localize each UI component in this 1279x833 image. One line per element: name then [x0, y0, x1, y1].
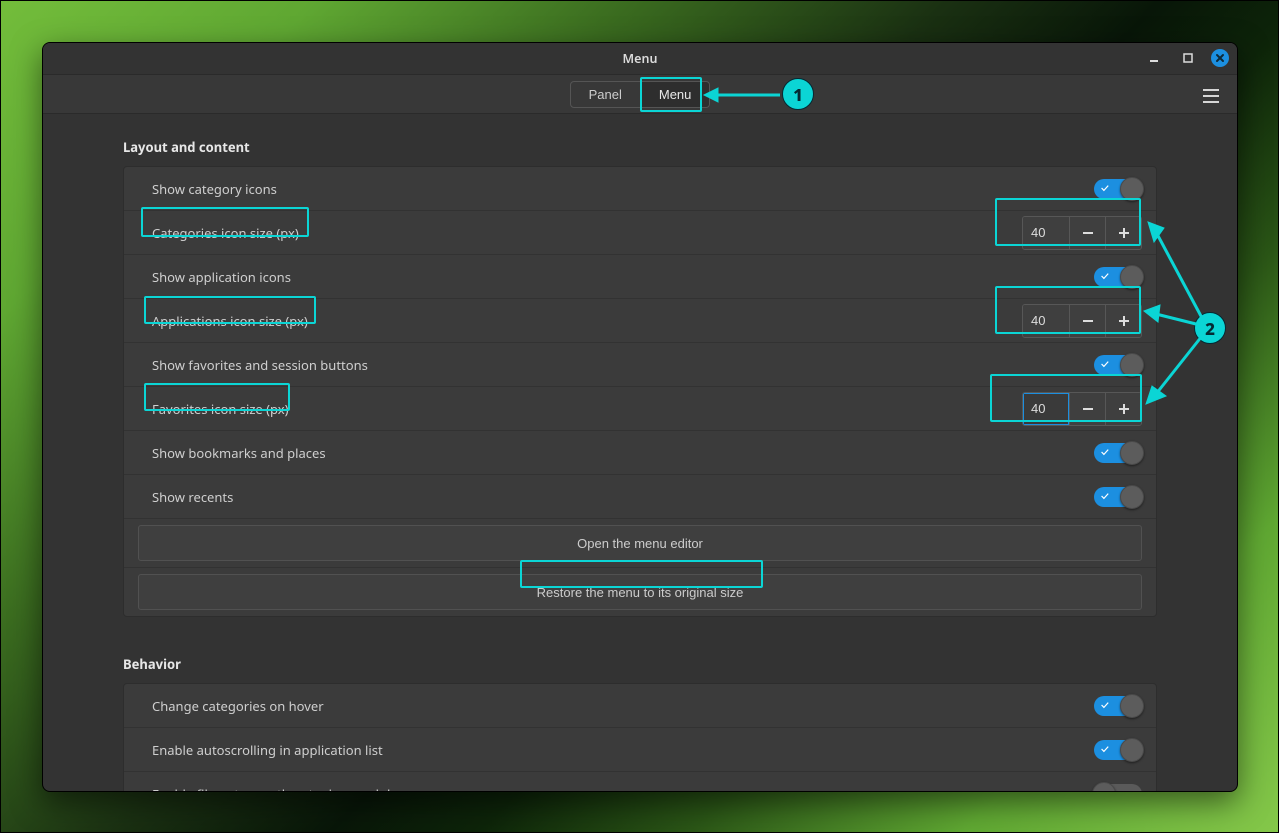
label-fspath: Enable filesystem path entry in search b… [152, 785, 409, 791]
spin-favorites-icon-size [1022, 392, 1142, 426]
input-favorites-icon-size[interactable] [1023, 393, 1069, 425]
label-show-app-icons: Show application icons [152, 268, 291, 286]
plus-favorites-icon-size[interactable] [1105, 393, 1141, 425]
titlebar[interactable]: Menu [43, 43, 1237, 74]
section-behavior-title: Behavior [123, 655, 1157, 673]
label-favorites-icon-size: Favorites icon size (px) [152, 400, 289, 418]
label-applications-icon-size: Applications icon size (px) [152, 312, 308, 330]
layout-panel: Show category icons Categories icon size… [123, 166, 1157, 617]
input-categories-icon-size[interactable] [1023, 217, 1069, 249]
toggle-show-bookmarks[interactable] [1094, 443, 1142, 463]
minus-favorites-icon-size[interactable] [1069, 393, 1105, 425]
tab-menu[interactable]: Menu [640, 82, 710, 107]
window-title: Menu [623, 50, 658, 67]
spin-applications-icon-size [1022, 304, 1142, 338]
label-autoscroll: Enable autoscrolling in application list [152, 741, 383, 759]
minimize-button[interactable] [1143, 47, 1165, 69]
row-autoscroll: Enable autoscrolling in application list [124, 728, 1156, 772]
plus-categories-icon-size[interactable] [1105, 217, 1141, 249]
toggle-fspath[interactable] [1094, 784, 1142, 791]
tab-panel[interactable]: Panel [571, 82, 640, 107]
settings-window: Menu Panel Menu Layout and content Show … [42, 42, 1238, 792]
row-change-on-hover: Change categories on hover [124, 684, 1156, 728]
close-button[interactable] [1211, 49, 1229, 67]
row-show-bookmarks: Show bookmarks and places [124, 431, 1156, 475]
row-open-menu-editor: Open the menu editor [124, 519, 1156, 568]
row-show-app-icons: Show application icons [124, 255, 1156, 299]
minus-categories-icon-size[interactable] [1069, 217, 1105, 249]
section-layout-title: Layout and content [123, 138, 1157, 156]
view-switcher: Panel Menu [570, 81, 711, 108]
restore-menu-size-button[interactable]: Restore the menu to its original size [138, 574, 1142, 610]
label-show-recents: Show recents [152, 488, 233, 506]
row-show-favorites: Show favorites and session buttons [124, 343, 1156, 387]
plus-applications-icon-size[interactable] [1105, 305, 1141, 337]
label-categories-icon-size: Categories icon size (px) [152, 224, 299, 242]
hamburger-menu-icon[interactable] [1199, 84, 1223, 108]
spin-categories-icon-size [1022, 216, 1142, 250]
window-controls [1143, 47, 1229, 69]
label-change-on-hover: Change categories on hover [152, 697, 324, 715]
row-categories-icon-size: Categories icon size (px) [124, 211, 1156, 255]
toggle-show-category-icons[interactable] [1094, 179, 1142, 199]
minus-applications-icon-size[interactable] [1069, 305, 1105, 337]
row-show-recents: Show recents [124, 475, 1156, 519]
annot-callout-1: 1 [782, 78, 814, 110]
row-applications-icon-size: Applications icon size (px) [124, 299, 1156, 343]
label-show-favorites: Show favorites and session buttons [152, 356, 368, 374]
open-menu-editor-button[interactable]: Open the menu editor [138, 525, 1142, 561]
content-area: Layout and content Show category icons C… [43, 114, 1237, 791]
toggle-change-on-hover[interactable] [1094, 696, 1142, 716]
header-bar: Panel Menu [43, 74, 1237, 114]
maximize-button[interactable] [1177, 47, 1199, 69]
toggle-show-recents[interactable] [1094, 487, 1142, 507]
behavior-panel: Change categories on hover Enable autosc… [123, 683, 1157, 791]
row-show-category-icons: Show category icons [124, 167, 1156, 211]
label-show-bookmarks: Show bookmarks and places [152, 444, 326, 462]
annot-callout-2: 2 [1194, 312, 1226, 344]
row-restore-size: Restore the menu to its original size [124, 568, 1156, 616]
toggle-show-app-icons[interactable] [1094, 267, 1142, 287]
toggle-show-favorites[interactable] [1094, 355, 1142, 375]
input-applications-icon-size[interactable] [1023, 305, 1069, 337]
row-fspath: Enable filesystem path entry in search b… [124, 772, 1156, 791]
label-show-category-icons: Show category icons [152, 180, 277, 198]
toggle-autoscroll[interactable] [1094, 740, 1142, 760]
row-favorites-icon-size: Favorites icon size (px) [124, 387, 1156, 431]
